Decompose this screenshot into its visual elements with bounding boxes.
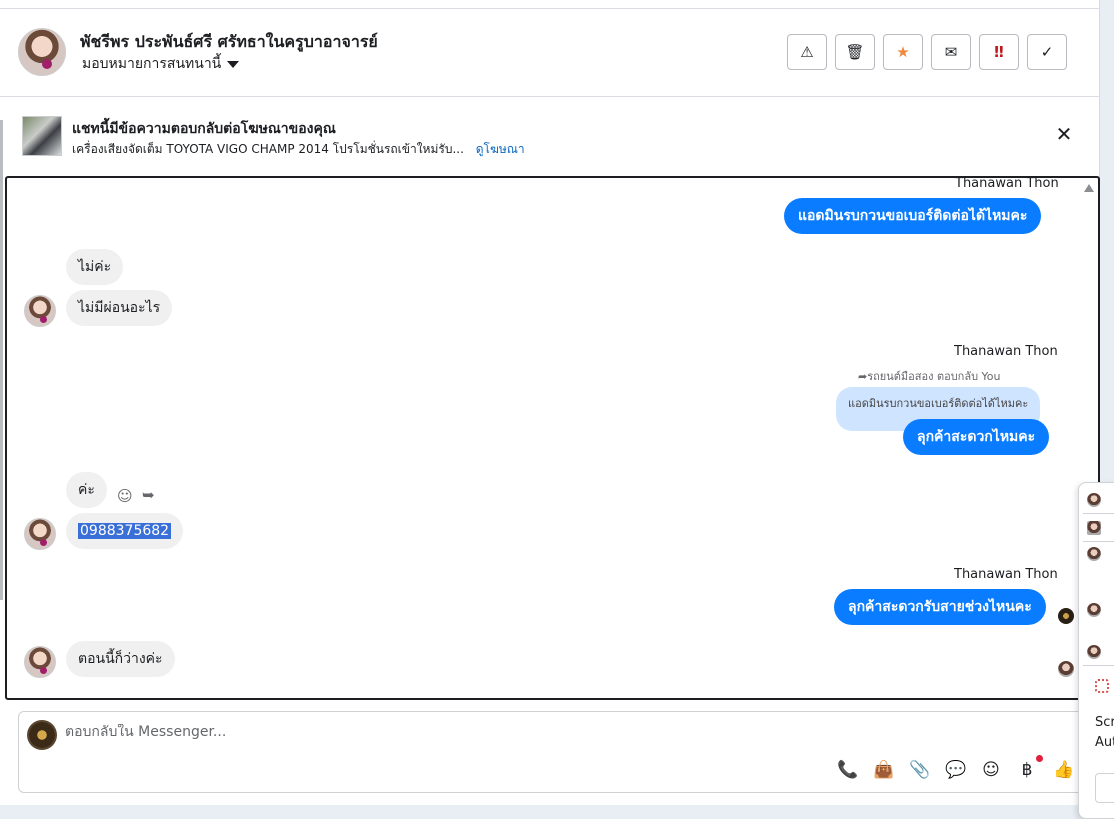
contact-avatar-small: [24, 518, 56, 550]
view-ad-link[interactable]: ดูโฆษณา: [476, 142, 525, 156]
ad-description: เครื่องเสียงจัดเต็ม TOYOTA VIGO CHAMP 20…: [72, 142, 464, 156]
conversation-header: พัชรีพร ประพันธ์ศรี ศรัทธาในครูบาอาจารย์…: [0, 9, 1100, 97]
inbox-conversation-panel: พัชรีพร ประพันธ์ศรี ศรัทธาในครูบาอาจารย์…: [0, 0, 1100, 805]
mini-text: Scr: [1095, 715, 1114, 730]
close-icon[interactable]: ✕: [1054, 124, 1074, 144]
avatar-accent: [40, 667, 47, 674]
mini-button[interactable]: [1095, 773, 1114, 803]
message-sender: Thanawan Thon: [954, 567, 1058, 582]
notification-dot: [1036, 755, 1043, 762]
mini-thumbnail: [1087, 521, 1101, 535]
mark-done-button[interactable]: ✓: [1027, 34, 1067, 70]
saved-replies-button[interactable]: 💬: [945, 759, 967, 781]
urgent-icon: ‼: [994, 43, 1004, 61]
mini-avatar: [1087, 603, 1101, 617]
outgoing-message[interactable]: แอดมินรบกวนขอเบอร์ติดต่อได้ไหมคะ: [784, 198, 1042, 234]
conversation-toolbar: ⚠ 🗑 ★ ✉ ‼ ✓: [787, 34, 1067, 70]
reply-input[interactable]: [65, 724, 765, 740]
mini-divider: [1083, 665, 1114, 666]
like-button[interactable]: 👍: [1053, 759, 1075, 781]
page-seen-avatar: [1058, 608, 1074, 624]
mini-avatar: [1087, 547, 1101, 561]
reply-context-note: ➦รถยนต์มือสอง ตอบกลับ You: [858, 367, 1001, 385]
contact-avatar-small: [24, 295, 56, 327]
mini-avatar: [1087, 493, 1101, 507]
mini-divider: [1083, 541, 1114, 542]
thumbs-up-icon: 👍: [1053, 760, 1075, 780]
check-icon: ✓: [1040, 43, 1054, 61]
mini-avatar: [1087, 645, 1101, 659]
phone-plus-icon: 📞: [837, 760, 859, 780]
envelope-open-icon: ✉: [944, 43, 958, 61]
contact-seen-avatar: [1058, 661, 1074, 677]
app-logo-icon: [1095, 679, 1109, 693]
delete-button[interactable]: 🗑: [835, 34, 875, 70]
assign-label: มอบหมายการสนทนานี้: [82, 56, 222, 72]
baht-icon: ฿: [1021, 760, 1033, 780]
avatar-accent: [40, 316, 47, 323]
reply-context-text: รถยนต์มือสอง ตอบกลับ You: [867, 370, 1001, 383]
attach-button[interactable]: 📎: [909, 759, 931, 781]
call-button[interactable]: 📞: [837, 759, 859, 781]
payment-button[interactable]: ฿: [1017, 755, 1043, 781]
incoming-message[interactable]: ไม่มีผ่อนอะไร: [66, 290, 173, 326]
assign-conversation-dropdown[interactable]: มอบหมายการสนทนานี้: [82, 53, 240, 75]
page-avatar: [27, 720, 57, 750]
emoji-icon: ☺: [982, 760, 1000, 780]
star-button[interactable]: ★: [883, 34, 923, 70]
emoji-button[interactable]: ☺: [981, 759, 1001, 781]
scroll-up-arrow-icon[interactable]: [1084, 184, 1094, 192]
warning-icon: ⚠: [800, 43, 814, 61]
selected-phone-number[interactable]: 0988375682: [78, 523, 172, 539]
outgoing-message[interactable]: ลุกค้าสะดวกรับสายช่วงไหนคะ: [834, 589, 1046, 625]
incoming-message[interactable]: ไม่ค่ะ: [66, 249, 124, 285]
star-icon: ★: [896, 43, 910, 61]
contact-name[interactable]: พัชรีพร ประพันธ์ศรี ศรัทธาในครูบาอาจารย์: [80, 30, 378, 55]
composer-toolbar: 📞 👜 📎 💬 ☺ ฿ 👍: [837, 755, 1075, 781]
ad-thumbnail[interactable]: [22, 116, 62, 156]
incoming-message[interactable]: ตอนนี้ก็ว่างค่ะ: [66, 641, 175, 677]
avatar-accent: [40, 539, 47, 546]
message-thread[interactable]: Thanawan Thon แอดมินรบกวนขอเบอร์ติดต่อได…: [5, 176, 1100, 700]
message-sender: Thanawan Thon: [954, 344, 1058, 359]
avatar-accent: [42, 59, 52, 69]
left-scrollbar[interactable]: [0, 120, 3, 600]
mini-divider: [1083, 513, 1114, 514]
screenshot-overlay-panel[interactable]: Scr Aut: [1078, 482, 1114, 819]
follow-up-button[interactable]: ‼: [979, 34, 1019, 70]
incoming-message[interactable]: 0988375682: [66, 513, 184, 549]
incoming-message[interactable]: ค่ะ: [66, 472, 107, 508]
contact-avatar-small: [24, 646, 56, 678]
contact-avatar[interactable]: [18, 28, 66, 76]
ad-reply-banner: แชทนี้มีข้อความตอบกลับต่อโฆษณาของคุณ เคร…: [8, 98, 1100, 174]
outgoing-message[interactable]: ลุกค้าสะดวกไหมคะ: [903, 419, 1050, 455]
mini-text: Aut: [1095, 735, 1114, 750]
message-composer: 📞 👜 📎 💬 ☺ ฿ 👍: [18, 711, 1086, 793]
trash-icon: 🗑: [845, 43, 865, 61]
spam-button[interactable]: ⚠: [787, 34, 827, 70]
ad-banner-subtitle: เครื่องเสียงจัดเต็ม TOYOTA VIGO CHAMP 20…: [72, 140, 525, 159]
mark-unread-button[interactable]: ✉: [931, 34, 971, 70]
reply-icon[interactable]: ➥: [142, 486, 155, 504]
react-emoji-icon[interactable]: ☺: [117, 487, 133, 505]
message-sender: Thanawan Thon: [955, 176, 1059, 191]
paperclip-icon: 📎: [909, 760, 931, 780]
chat-bubble-icon: 💬: [945, 760, 967, 780]
shop-button[interactable]: 👜: [873, 759, 895, 781]
shopping-bag-icon: 👜: [873, 760, 895, 780]
chevron-down-icon: [227, 60, 240, 68]
reply-arrow-icon: ➦: [858, 370, 868, 383]
ad-banner-title: แชทนี้มีข้อความตอบกลับต่อโฆษณาของคุณ: [72, 121, 336, 137]
